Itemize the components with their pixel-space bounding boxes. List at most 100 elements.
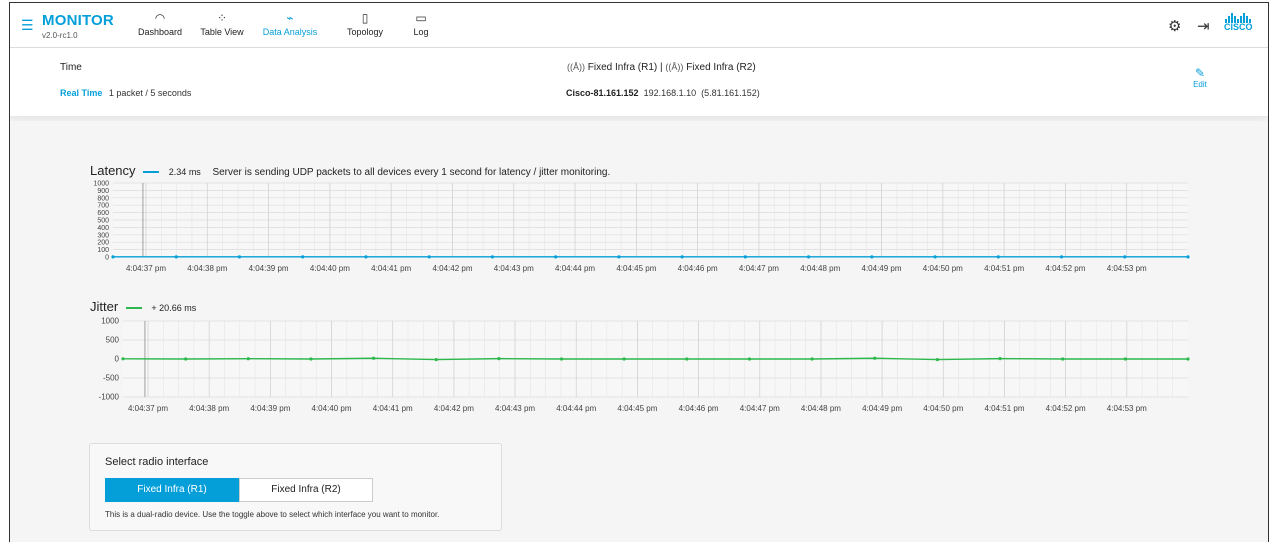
- x-tick-label: 4:04:53 pm: [1107, 404, 1147, 413]
- latency-header: Latency 2.34 ms Server is sending UDP pa…: [90, 163, 610, 178]
- x-tick-label: 4:04:52 pm: [1045, 264, 1085, 273]
- gauge-icon: ◠: [154, 11, 166, 25]
- toggle-fixed-infra-r2[interactable]: Fixed Infra (R2): [239, 478, 373, 502]
- edit-label: Edit: [1193, 80, 1207, 89]
- nav-data-analysis[interactable]: ⌁ Data Analysis: [255, 9, 325, 37]
- jitter-label: Jitter: [90, 299, 119, 314]
- data-point: [1123, 357, 1127, 361]
- y-tick-label: 1000: [101, 317, 119, 326]
- data-point: [1186, 255, 1190, 259]
- pencil-icon: ✎: [1194, 66, 1206, 80]
- app-version: v2.0-rc1.0: [42, 31, 78, 40]
- x-tick-label: 4:04:45 pm: [617, 404, 657, 413]
- iface-r1: Fixed Infra (R1): [587, 62, 658, 73]
- y-tick-label: 900: [97, 188, 109, 195]
- log-file-icon: ▭: [415, 11, 427, 25]
- data-point: [806, 255, 811, 259]
- y-tick-label: 400: [97, 225, 109, 232]
- x-tick-label: 4:04:50 pm: [923, 264, 963, 273]
- device-name: Cisco-81.161.152: [566, 88, 639, 98]
- y-tick-label: 500: [106, 336, 120, 345]
- cisco-logo-text: CISCO: [1224, 22, 1253, 32]
- data-point: [559, 357, 564, 361]
- iface-separator: |: [660, 62, 663, 73]
- nav-label: Log: [413, 27, 429, 37]
- data-point: [1061, 357, 1065, 361]
- data-point: [1123, 255, 1127, 259]
- rate-text: 1 packet / 5 seconds: [108, 88, 192, 98]
- realtime-link[interactable]: Real Time: [60, 88, 102, 98]
- y-tick-label: 0: [105, 255, 109, 262]
- jitter-chart: -1000 -500 0 500 1000 4:04:37 pm 4:04:38 pm 4:0…: [99, 317, 1190, 413]
- data-point: [622, 357, 626, 361]
- data-point: [1059, 255, 1064, 259]
- radio-selector-hint: This is a dual-radio device. Use the tog…: [105, 510, 440, 519]
- x-tick-label: 4:04:41 pm: [371, 264, 411, 273]
- nav-label: Data Analysis: [262, 27, 318, 37]
- data-point: [1186, 357, 1190, 361]
- data-point: [121, 357, 125, 361]
- x-tick-label: 4:04:47 pm: [740, 404, 780, 413]
- x-tick-label: 4:04:42 pm: [432, 264, 472, 273]
- x-tick-label: 4:04:44 pm: [556, 404, 596, 413]
- nav-label: Table View: [200, 27, 244, 37]
- y-tick-label: 100: [97, 247, 109, 254]
- realtime-rate: Real Time 1 packet / 5 seconds: [60, 88, 191, 98]
- time-label: Time: [60, 62, 82, 73]
- data-point: [554, 255, 558, 259]
- y-tick-label: -1000: [99, 393, 120, 402]
- chart-line-icon: ⌁: [286, 11, 294, 25]
- data-point: [174, 255, 178, 259]
- interface-summary: ((Å)) Fixed Infra (R1) | ((Å)) Fixed Inf…: [567, 62, 756, 73]
- x-tick-label: 4:04:51 pm: [984, 264, 1024, 273]
- x-tick-label: 4:04:48 pm: [801, 404, 841, 413]
- data-point: [434, 357, 438, 362]
- latency-chart: 01002003004005006007008009001000 4:04:37 …: [93, 181, 1190, 273]
- x-tick-label: 4:04:40 pm: [312, 404, 352, 413]
- network-nodes-icon: ⁘: [216, 11, 228, 25]
- x-tick-label: 4:04:39 pm: [250, 404, 290, 413]
- x-tick-label: 4:04:51 pm: [984, 404, 1024, 413]
- x-tick-label: 4:04:38 pm: [189, 404, 229, 413]
- data-point: [490, 255, 495, 259]
- device-summary: Cisco-81.161.152 192.168.1.10 (5.81.161.…: [566, 88, 760, 98]
- menu-icon[interactable]: ☰: [21, 17, 34, 34]
- y-tick-label: 600: [97, 210, 109, 217]
- data-point: [364, 255, 368, 259]
- device-info-panel: Time Real Time 1 packet / 5 seconds ((Å)…: [10, 48, 1268, 116]
- exit-door-icon[interactable]: ⇥: [1197, 17, 1210, 35]
- x-tick-label: 4:04:45 pm: [616, 264, 656, 273]
- edit-button[interactable]: ✎ Edit: [1185, 66, 1215, 89]
- cisco-logo: CISCO: [1224, 13, 1253, 32]
- x-tick-label: 4:04:37 pm: [128, 404, 168, 413]
- data-point: [237, 255, 242, 259]
- device-ip: 192.168.1.10: [643, 88, 697, 98]
- iface-r2: Fixed Infra (R2): [686, 62, 756, 73]
- x-tick-label: 4:04:52 pm: [1046, 404, 1086, 413]
- nav-log[interactable]: ▭ Log: [386, 9, 456, 37]
- gear-icon[interactable]: ⚙: [1168, 17, 1181, 35]
- nav-dashboard[interactable]: ◠ Dashboard: [125, 9, 195, 37]
- nav-table-view[interactable]: ⁘ Table View: [187, 9, 257, 37]
- data-point: [996, 255, 1000, 259]
- x-tick-label: 4:04:50 pm: [923, 404, 963, 413]
- jitter-legend-line: [125, 306, 142, 309]
- x-tick-label: 4:04:49 pm: [862, 404, 902, 413]
- toggle-fixed-infra-r1[interactable]: Fixed Infra (R1): [105, 478, 239, 502]
- data-point: [747, 357, 752, 361]
- data-point: [933, 255, 937, 259]
- x-tick-label: 4:04:39 pm: [249, 264, 289, 273]
- x-tick-label: 4:04:41 pm: [373, 404, 413, 413]
- data-point: [743, 255, 747, 259]
- data-point: [371, 356, 376, 360]
- y-tick-label: 1000: [93, 181, 109, 188]
- data-point: [301, 255, 305, 259]
- data-point: [617, 255, 621, 259]
- charts-area: Latency 2.34 ms Server is sending UDP pa…: [10, 121, 1268, 542]
- data-point: [309, 357, 313, 361]
- data-point: [998, 357, 1002, 361]
- data-point: [427, 255, 431, 259]
- x-tick-label: 4:04:44 pm: [555, 264, 595, 273]
- latency-label: Latency: [90, 163, 136, 178]
- x-tick-label: 4:04:43 pm: [494, 264, 534, 273]
